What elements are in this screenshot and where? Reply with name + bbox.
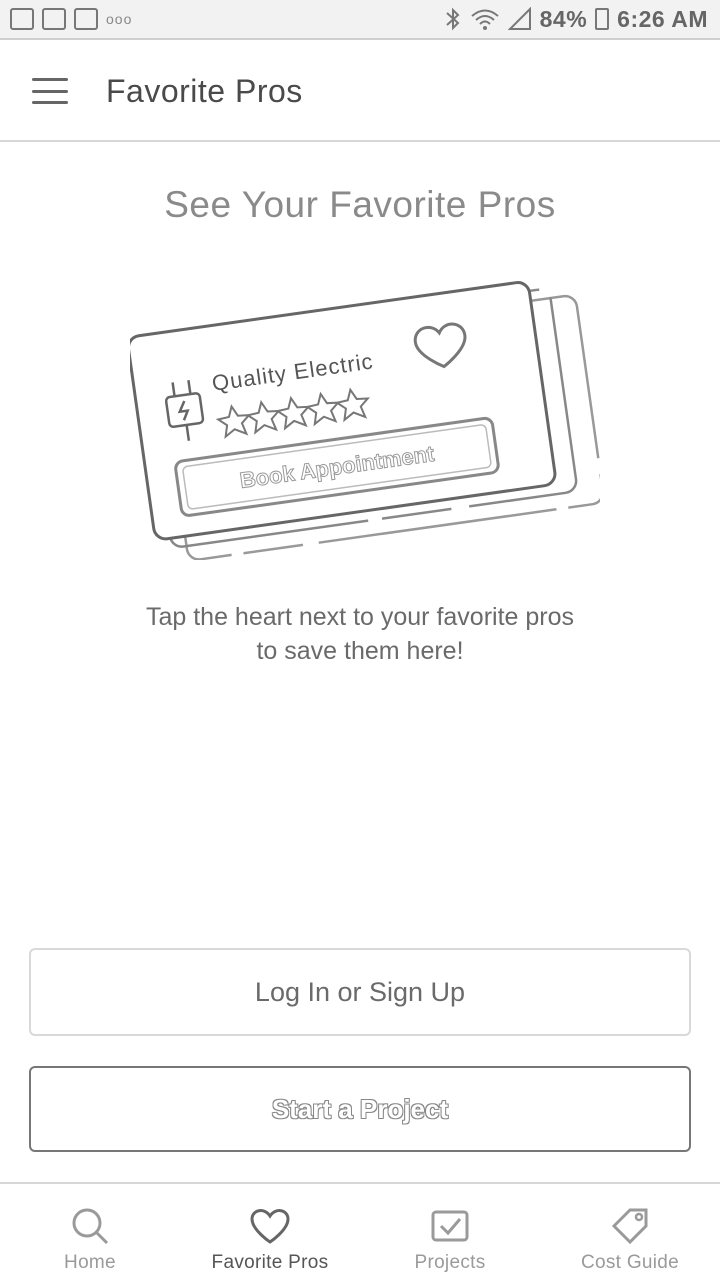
tag-icon — [611, 1208, 648, 1245]
signal-icon — [507, 7, 531, 30]
start-project-button[interactable]: Start a Project — [29, 1066, 691, 1152]
more-notifications-dots: ooo — [106, 11, 133, 27]
status-left: ooo — [10, 8, 132, 30]
heart-icon — [250, 1209, 290, 1244]
battery-icon — [595, 8, 610, 30]
nav-label-projects: Projects — [414, 1252, 486, 1273]
search-icon — [72, 1208, 109, 1245]
nav-item-cost-guide[interactable]: Cost Guide — [540, 1184, 720, 1280]
projects-icon — [431, 1210, 469, 1242]
empty-state-heading: See Your Favorite Pros — [164, 184, 556, 225]
photo-icon — [10, 8, 34, 30]
favorite-card-illustration: Quality Electric Book Appointment — [130, 281, 600, 560]
status-right: 84% 6:26 AM — [444, 6, 708, 33]
screen: ooo 84% 6:26 AM Favorite Pros See Your F… — [0, 0, 720, 1280]
nav-item-projects[interactable]: Projects — [360, 1184, 540, 1280]
mail-icon — [74, 8, 98, 30]
bluetooth-icon — [445, 7, 460, 31]
wifi-icon — [470, 9, 499, 30]
description-line-1: Tap the heart next to your favorite pros — [145, 603, 574, 631]
battery-percent: 84% — [539, 5, 588, 32]
app-bar: Favorite Pros — [0, 42, 720, 142]
nav-label-favorite-pros: Favorite Pros — [211, 1252, 329, 1273]
nav-label-home: Home — [64, 1252, 116, 1273]
check-icon — [42, 8, 66, 30]
status-bar: ooo 84% 6:26 AM — [0, 0, 720, 40]
hamburger-menu-icon[interactable] — [32, 78, 68, 104]
empty-state-description: Tap the heart next to your favorite pros… — [60, 600, 660, 668]
nav-item-favorite-pros[interactable]: Favorite Pros — [180, 1184, 360, 1280]
description-line-2: to save them here! — [256, 637, 464, 665]
page-title: Favorite Pros — [106, 72, 303, 109]
nav-item-home[interactable]: Home — [0, 1184, 180, 1280]
nav-label-cost-guide: Cost Guide — [580, 1252, 680, 1273]
login-signup-button[interactable]: Log In or Sign Up — [29, 948, 691, 1036]
clock: 6:26 AM — [617, 5, 708, 32]
bottom-nav: Home Favorite Pros Projects Cost Guide — [0, 1182, 720, 1280]
